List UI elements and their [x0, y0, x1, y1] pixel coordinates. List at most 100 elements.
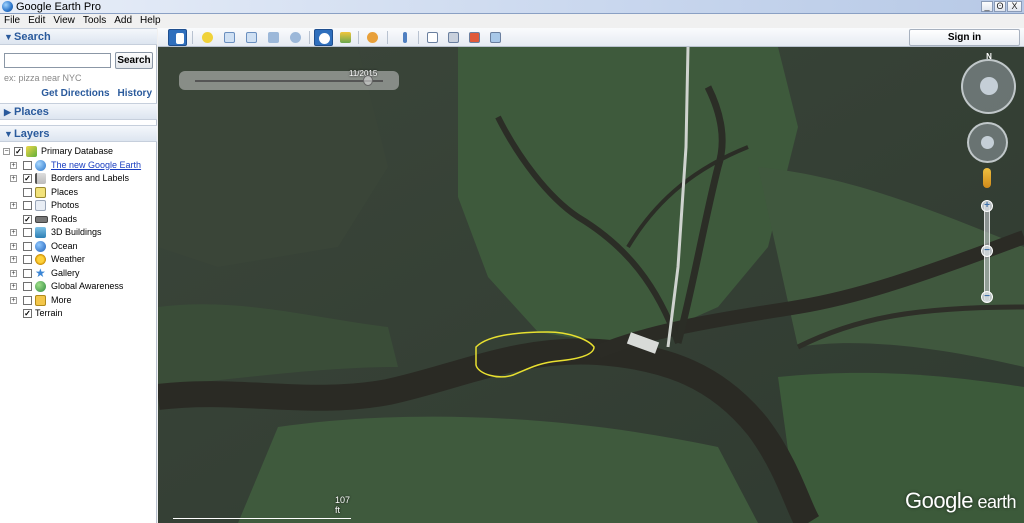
layer-terrain[interactable]: ✓ Terrain [0, 307, 157, 321]
search-panel-header[interactable]: ▼Search [0, 28, 157, 45]
get-directions-link[interactable]: Get Directions [41, 88, 109, 99]
layers-panel-header[interactable]: ▼Layers [0, 125, 157, 142]
add-polygon-button[interactable] [220, 29, 239, 46]
layer-checkbox[interactable] [23, 201, 32, 210]
add-path-button[interactable] [242, 29, 261, 46]
compass-n-label[interactable]: N [984, 52, 994, 62]
pushpin-icon [202, 32, 213, 43]
restore-button[interactable]: ʘ [994, 1, 1006, 12]
layer-new-google-earth[interactable]: + The new Google Earth [0, 159, 157, 173]
add-placemark-button[interactable] [198, 29, 217, 46]
ruler-button[interactable] [395, 29, 414, 46]
map-view[interactable]: 11/2015 107 ft Google earth N + − − [158, 47, 1024, 523]
layer-borders-labels[interactable]: + ✓ Borders and Labels [0, 172, 157, 186]
toolbar-separator [192, 31, 193, 44]
layer-checkbox[interactable]: ✓ [14, 147, 23, 156]
layer-label: Gallery [51, 267, 80, 278]
layer-gallery[interactable]: + ★ Gallery [0, 267, 157, 281]
layer-checkbox[interactable] [23, 241, 32, 251]
street-view-pegman-icon[interactable] [983, 168, 991, 188]
expander-icon[interactable]: + [10, 242, 17, 250]
layer-roads[interactable]: ✓ Roads [0, 213, 157, 227]
layers-header-label: Layers [14, 128, 50, 140]
menu-bar: File Edit View Tools Add Help [0, 14, 1024, 28]
collapse-arrow-icon: ▼ [4, 129, 13, 139]
image-icon [469, 32, 480, 43]
layer-more[interactable]: + More [0, 294, 157, 308]
menu-view[interactable]: View [51, 14, 81, 28]
places-header-label: Places [14, 106, 49, 118]
search-hint: ex: pizza near NYC [4, 73, 82, 83]
sunlight-button[interactable] [336, 29, 355, 46]
zoom-out-button[interactable]: − [981, 291, 993, 303]
layer-checkbox[interactable] [23, 228, 32, 237]
expander-icon[interactable]: − [3, 148, 10, 155]
expander-icon[interactable]: + [10, 161, 17, 169]
menu-edit[interactable]: Edit [26, 14, 51, 28]
sidebar-toggle-button[interactable] [168, 29, 187, 46]
layer-places[interactable]: Places [0, 186, 157, 200]
logo-primary: Google [905, 488, 973, 513]
search-input[interactable] [4, 53, 111, 68]
sign-in-button[interactable]: Sign in [909, 29, 1020, 46]
zoom-thumb[interactable]: − [981, 245, 993, 257]
layer-checkbox[interactable] [23, 282, 32, 291]
view-in-maps-button[interactable] [486, 29, 505, 46]
google-earth-icon [2, 1, 13, 12]
expander-icon[interactable]: + [10, 256, 17, 263]
layer-checkbox[interactable] [23, 187, 32, 197]
menu-add[interactable]: Add [112, 14, 138, 28]
logo-secondary: earth [972, 492, 1016, 512]
globe-icon [35, 159, 46, 171]
expander-icon[interactable]: + [10, 229, 17, 236]
history-link[interactable]: History [118, 88, 152, 99]
menu-help[interactable]: Help [138, 14, 167, 28]
time-slider-track[interactable] [195, 80, 383, 82]
layer-checkbox[interactable] [23, 268, 32, 278]
layer-checkbox[interactable] [23, 255, 32, 264]
gallery-icon: ★ [35, 265, 46, 280]
menu-file[interactable]: File [2, 14, 26, 28]
layer-checkbox[interactable]: ✓ [23, 214, 32, 224]
planets-button[interactable] [363, 29, 382, 46]
layer-primary-database[interactable]: − ✓ Primary Database [0, 145, 157, 159]
zoom-in-button[interactable]: + [981, 200, 993, 212]
layer-checkbox[interactable]: ✓ [23, 309, 32, 318]
layer-global-awareness[interactable]: + Global Awareness [0, 280, 157, 294]
layer-photos[interactable]: + Photos [0, 199, 157, 213]
photos-icon [35, 200, 46, 211]
layer-label: 3D Buildings [51, 227, 102, 237]
search-button[interactable]: Search [115, 52, 153, 69]
close-button[interactable]: X [1007, 1, 1022, 12]
email-button[interactable] [423, 29, 442, 46]
record-tour-button[interactable] [286, 29, 305, 46]
minimize-button[interactable]: _ [981, 1, 993, 12]
layer-label-link[interactable]: The new Google Earth [51, 159, 141, 172]
expander-icon[interactable]: + [10, 283, 17, 290]
layer-label: Terrain [35, 308, 63, 318]
layer-weather[interactable]: + Weather [0, 253, 157, 267]
historical-imagery-button[interactable] [314, 29, 333, 46]
layer-checkbox[interactable] [23, 160, 32, 170]
save-image-button[interactable] [465, 29, 484, 46]
scale-label: 107 ft [335, 495, 351, 515]
expand-arrow-icon: ▶ [4, 107, 11, 117]
expander-icon[interactable]: + [10, 202, 17, 209]
print-button[interactable] [444, 29, 463, 46]
add-overlay-button[interactable] [264, 29, 283, 46]
expander-icon[interactable]: + [10, 269, 17, 277]
layer-3d-buildings[interactable]: + 3D Buildings [0, 226, 157, 240]
clock-icon [319, 33, 330, 44]
menu-tools[interactable]: Tools [81, 14, 112, 28]
hand-icon [981, 136, 994, 149]
expander-icon[interactable]: + [10, 175, 17, 182]
window-title: Google Earth Pro [16, 1, 101, 13]
time-slider-thumb[interactable] [363, 75, 373, 86]
expander-icon[interactable]: + [10, 296, 17, 304]
historical-imagery-slider[interactable]: 11/2015 [179, 69, 399, 90]
places-panel-header[interactable]: ▶ Places [0, 103, 157, 120]
layer-checkbox[interactable] [23, 295, 32, 305]
layer-ocean[interactable]: + Ocean [0, 240, 157, 254]
layer-checkbox[interactable]: ✓ [23, 174, 32, 183]
ruler-icon [403, 32, 407, 43]
